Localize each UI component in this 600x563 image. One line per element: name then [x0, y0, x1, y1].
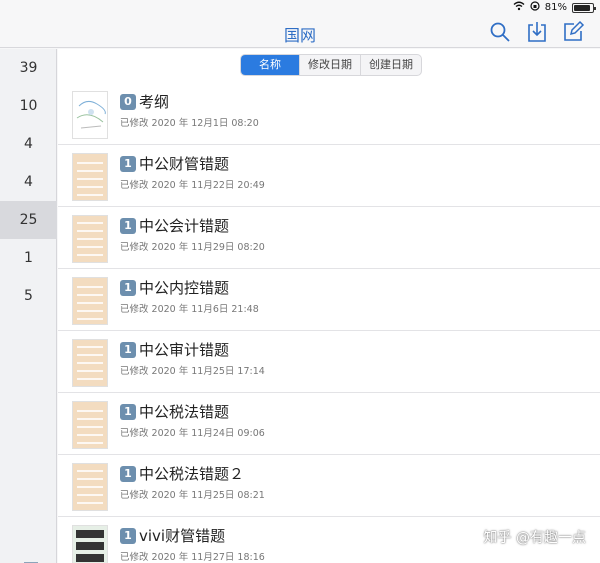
note-title: 0 考纲	[120, 91, 169, 112]
orientation-lock-icon	[530, 1, 540, 14]
note-badge: 1	[120, 403, 136, 420]
note-thumbnail	[72, 215, 108, 263]
trash-icon[interactable]	[24, 555, 38, 563]
note-modified: 已修改 2020 年 11月25日 17:14	[120, 366, 265, 377]
note-item[interactable]: 1 中公税法错题２ 已修改 2020 年 11月25日 08:21	[58, 455, 600, 517]
sidebar-count-item[interactable]: 39	[0, 49, 57, 87]
sidebar-count-item[interactable]: 4	[0, 163, 57, 201]
note-title-text: 中公审计错题	[139, 341, 230, 359]
note-title: 1 中公审计错题	[120, 339, 229, 360]
nav-bar: 国网	[0, 16, 600, 48]
sidebar-count-item[interactable]: 4	[0, 125, 57, 163]
note-title-text: vivi财管错题	[139, 527, 226, 545]
sort-segmented-control: 名称 修改日期 创建日期	[240, 54, 422, 76]
note-item[interactable]: 1 中公税法错题 已修改 2020 年 11月24日 09:06	[58, 393, 600, 455]
note-thumbnail	[72, 525, 108, 563]
sidebar-count-item[interactable]: 10	[0, 87, 57, 125]
sort-by-created-button[interactable]: 创建日期	[360, 55, 421, 75]
sidebar: 39 10 4 4 25 1 5	[0, 49, 57, 563]
note-title: 1 中公内控错题	[120, 277, 229, 298]
note-thumbnail	[72, 277, 108, 325]
watermark: 知乎 @有趣一点	[483, 530, 586, 546]
notes-panel: 名称 修改日期 创建日期 0 考纲 已修改 2020 年 12月1日 08:20…	[58, 49, 600, 563]
note-title-text: 中公税法错题	[139, 403, 230, 421]
note-badge: 1	[120, 465, 136, 482]
note-title: 1 中公税法错题	[120, 401, 229, 422]
import-icon[interactable]	[525, 20, 549, 44]
note-title: 1 中公财管错题	[120, 153, 229, 174]
compose-icon[interactable]	[561, 20, 585, 44]
status-indicators: 81%	[513, 1, 596, 14]
note-thumbnail	[72, 91, 108, 139]
note-title-text: 中公税法错题２	[139, 465, 245, 483]
note-item[interactable]: 0 考纲 已修改 2020 年 12月1日 08:20	[58, 83, 600, 145]
battery-icon	[572, 2, 596, 13]
note-title-text: 中公会计错题	[139, 217, 230, 235]
note-badge: 0	[120, 93, 136, 110]
search-icon[interactable]	[488, 20, 512, 44]
sort-by-modified-button[interactable]: 修改日期	[299, 55, 360, 75]
sidebar-count-item[interactable]: 1	[0, 239, 57, 277]
note-badge: 1	[120, 279, 136, 296]
note-item[interactable]: 1 中公内控错题 已修改 2020 年 11月6日 21:48	[58, 269, 600, 331]
note-item[interactable]: 1 中公审计错题 已修改 2020 年 11月25日 17:14	[58, 331, 600, 393]
note-title: 1 中公会计错题	[120, 215, 229, 236]
note-title-text: 中公财管错题	[139, 155, 230, 173]
note-title: 1 中公税法错题２	[120, 463, 244, 484]
note-modified: 已修改 2020 年 11月25日 08:21	[120, 490, 265, 501]
note-thumbnail	[72, 153, 108, 201]
note-modified: 已修改 2020 年 11月24日 09:06	[120, 428, 265, 439]
battery-percent: 81%	[544, 2, 567, 13]
note-modified: 已修改 2020 年 11月22日 20:49	[120, 180, 265, 191]
note-modified: 已修改 2020 年 11月27日 18:16	[120, 552, 265, 563]
note-badge: 1	[120, 155, 136, 172]
note-title-text: 考纲	[139, 93, 170, 111]
status-bar: 81%	[0, 0, 600, 16]
note-thumbnail	[72, 463, 108, 511]
note-thumbnail	[72, 339, 108, 387]
note-title: 1 vivi财管错题	[120, 525, 225, 546]
sidebar-count-item-selected[interactable]: 25	[0, 201, 57, 239]
note-modified: 已修改 2020 年 11月29日 08:20	[120, 242, 265, 253]
sidebar-count-item[interactable]: 5	[0, 277, 57, 315]
note-item[interactable]: 1 中公财管错题 已修改 2020 年 11月22日 20:49	[58, 145, 600, 207]
note-thumbnail	[72, 401, 108, 449]
note-modified: 已修改 2020 年 11月6日 21:48	[120, 304, 259, 315]
note-badge: 1	[120, 341, 136, 358]
note-item[interactable]: 1 中公会计错题 已修改 2020 年 11月29日 08:20	[58, 207, 600, 269]
wifi-icon	[513, 1, 525, 14]
sort-by-name-button[interactable]: 名称	[241, 55, 299, 75]
note-modified: 已修改 2020 年 12月1日 08:20	[120, 118, 259, 129]
note-badge: 1	[120, 527, 136, 544]
note-title-text: 中公内控错题	[139, 279, 230, 297]
note-badge: 1	[120, 217, 136, 234]
